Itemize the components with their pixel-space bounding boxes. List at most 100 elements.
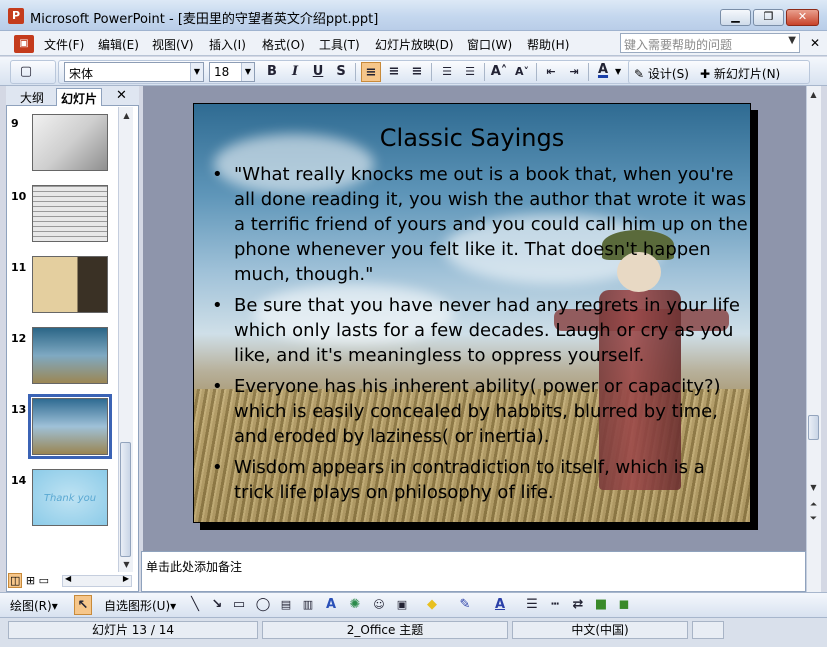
bold-button[interactable]: B: [262, 62, 282, 82]
minimize-button[interactable]: ▁: [720, 9, 751, 26]
help-search-placeholder: 键入需要帮助的问题: [624, 38, 733, 52]
new-slide-icon: ✚: [700, 67, 711, 81]
scroll-up-icon[interactable]: ▲: [119, 108, 134, 123]
oval-tool-icon[interactable]: ◯: [253, 595, 273, 615]
dash-style-icon[interactable]: ┅: [545, 595, 565, 615]
current-slide[interactable]: Classic Sayings "What really knocks me o…: [193, 103, 751, 523]
notes-pane[interactable]: 单击此处添加备注: [141, 551, 806, 592]
scrollbar-thumb[interactable]: [808, 415, 819, 440]
slide-number: 12: [11, 332, 27, 345]
status-language: 中文(中国): [512, 621, 688, 639]
picture-icon[interactable]: ▣: [392, 595, 412, 615]
decrease-font-icon[interactable]: A˅: [512, 62, 532, 82]
draw-menu-button[interactable]: 绘图(R)▾: [10, 597, 58, 614]
arrow-tool-icon[interactable]: ↘: [207, 595, 227, 615]
bullet-item[interactable]: "What really knocks me out is a book tha…: [208, 162, 748, 287]
scroll-up-icon[interactable]: ▲: [806, 87, 821, 102]
chevron-down-icon[interactable]: ▼: [190, 63, 203, 81]
slide-title[interactable]: Classic Sayings: [194, 124, 750, 152]
bulleted-list-icon[interactable]: ☰: [460, 62, 480, 82]
font-size-select[interactable]: 18 ▼: [209, 62, 255, 82]
menu-file[interactable]: 文件(F): [44, 36, 84, 53]
scroll-right-icon[interactable]: ▶: [123, 574, 129, 583]
shadow-button[interactable]: S: [331, 62, 351, 82]
menu-insert[interactable]: 插入(I): [209, 36, 246, 53]
scroll-left-icon[interactable]: ◀: [65, 574, 71, 583]
slide-thumbnail-13[interactable]: [28, 394, 112, 459]
design-button[interactable]: ✎ 设计(S): [634, 65, 689, 82]
scrollbar-thumb[interactable]: [120, 442, 131, 557]
menu-window[interactable]: 窗口(W): [467, 36, 512, 53]
slide-sorter-icon[interactable]: ⊞: [26, 574, 35, 587]
next-slide-icon[interactable]: ⏷: [806, 512, 821, 527]
textbox-tool-icon[interactable]: ▤: [276, 595, 296, 615]
bullet-item[interactable]: Wisdom appears in contradiction to itsel…: [208, 455, 748, 505]
chevron-down-icon[interactable]: ▼: [615, 67, 621, 76]
slide-thumbnail-10[interactable]: [32, 185, 108, 242]
decrease-indent-icon[interactable]: ⇤: [541, 62, 561, 82]
restore-button[interactable]: ❐: [753, 9, 784, 26]
increase-indent-icon[interactable]: ⇥: [564, 62, 584, 82]
3d-style-icon[interactable]: ◼: [614, 595, 634, 615]
powerpoint-app-icon[interactable]: P: [8, 8, 24, 24]
fill-color-icon[interactable]: ◆: [422, 595, 442, 615]
shadow-style-icon[interactable]: ■: [591, 595, 611, 615]
slide-thumbnail-9[interactable]: [32, 114, 108, 171]
document-icon[interactable]: ▣: [14, 35, 34, 53]
bullet-item[interactable]: Everyone has his inherent ability( power…: [208, 374, 748, 449]
horizontal-scrollbar[interactable]: ◀ ▶: [62, 574, 132, 587]
close-document-icon[interactable]: ✕: [810, 36, 820, 50]
help-search-input[interactable]: 键入需要帮助的问题 ▼: [620, 33, 800, 53]
italic-button[interactable]: I: [285, 62, 305, 82]
toolbar-separator: [588, 63, 589, 81]
autoshapes-menu-button[interactable]: 自选图形(U)▾: [104, 597, 176, 614]
bullet-item[interactable]: Be sure that you have never had any regr…: [208, 293, 748, 368]
line-style-icon[interactable]: ☰: [522, 595, 542, 615]
status-extra: [692, 621, 724, 639]
chevron-down-icon[interactable]: ▼: [788, 35, 796, 46]
chevron-down-icon[interactable]: ▼: [241, 63, 254, 81]
window-title: Microsoft PowerPoint - [麦田里的守望者英文介绍ppt.p…: [30, 12, 379, 27]
underline-button[interactable]: U: [308, 62, 328, 82]
slideshow-view-icon[interactable]: ▭: [39, 574, 49, 587]
scroll-down-icon[interactable]: ▼: [119, 557, 134, 572]
tab-slides[interactable]: 幻灯片: [56, 88, 103, 106]
rectangle-tool-icon[interactable]: ▭: [229, 595, 249, 615]
menu-view[interactable]: 视图(V): [152, 36, 194, 53]
menu-edit[interactable]: 编辑(E): [98, 36, 139, 53]
tab-outline[interactable]: 大纲: [16, 88, 48, 106]
align-right-icon[interactable]: ≡: [407, 62, 427, 82]
align-left-icon[interactable]: ≡: [361, 62, 381, 82]
line-tool-icon[interactable]: ╲: [185, 595, 205, 615]
font-color-button[interactable]: A: [593, 60, 613, 80]
line-color-icon[interactable]: ✎: [455, 595, 475, 615]
clipart-icon[interactable]: ☺: [369, 595, 389, 615]
new-slide-label: 新幻灯片(N): [713, 67, 781, 81]
autoshapes-label: 自选图形(U): [104, 599, 171, 613]
wordart-icon[interactable]: A: [321, 595, 341, 615]
slide-thumbnail-11[interactable]: [32, 256, 108, 313]
close-button[interactable]: ✕: [786, 9, 819, 26]
font-name-select[interactable]: 宋体 ▼: [64, 62, 204, 82]
slide-thumbnail-14[interactable]: Thank you: [32, 469, 108, 526]
close-panel-icon[interactable]: ✕: [116, 88, 127, 103]
increase-font-icon[interactable]: A˄: [489, 62, 509, 82]
scroll-down-icon[interactable]: ▼: [806, 480, 821, 495]
align-center-icon[interactable]: ≡: [384, 62, 404, 82]
new-slide-button[interactable]: ✚ 新幻灯片(N): [700, 65, 780, 82]
menu-tools[interactable]: 工具(T): [319, 36, 360, 53]
new-document-icon[interactable]: ▢: [16, 62, 36, 82]
menu-help[interactable]: 帮助(H): [527, 36, 569, 53]
arrow-style-icon[interactable]: ⇄: [568, 595, 588, 615]
slide-thumbnail-12[interactable]: [32, 327, 108, 384]
font-color-icon[interactable]: A: [490, 595, 510, 615]
menu-slideshow[interactable]: 幻灯片放映(D): [375, 36, 454, 53]
slide-bullet-list[interactable]: "What really knocks me out is a book tha…: [208, 162, 748, 511]
normal-view-icon[interactable]: ◫: [8, 573, 23, 588]
select-pointer-icon[interactable]: ↖: [74, 595, 92, 615]
previous-slide-icon[interactable]: ⏶: [806, 498, 821, 513]
diagram-icon[interactable]: ✺: [345, 595, 365, 615]
vertical-textbox-icon[interactable]: ▥: [298, 595, 318, 615]
menu-format[interactable]: 格式(O): [262, 36, 305, 53]
numbered-list-icon[interactable]: ☰: [437, 62, 457, 82]
